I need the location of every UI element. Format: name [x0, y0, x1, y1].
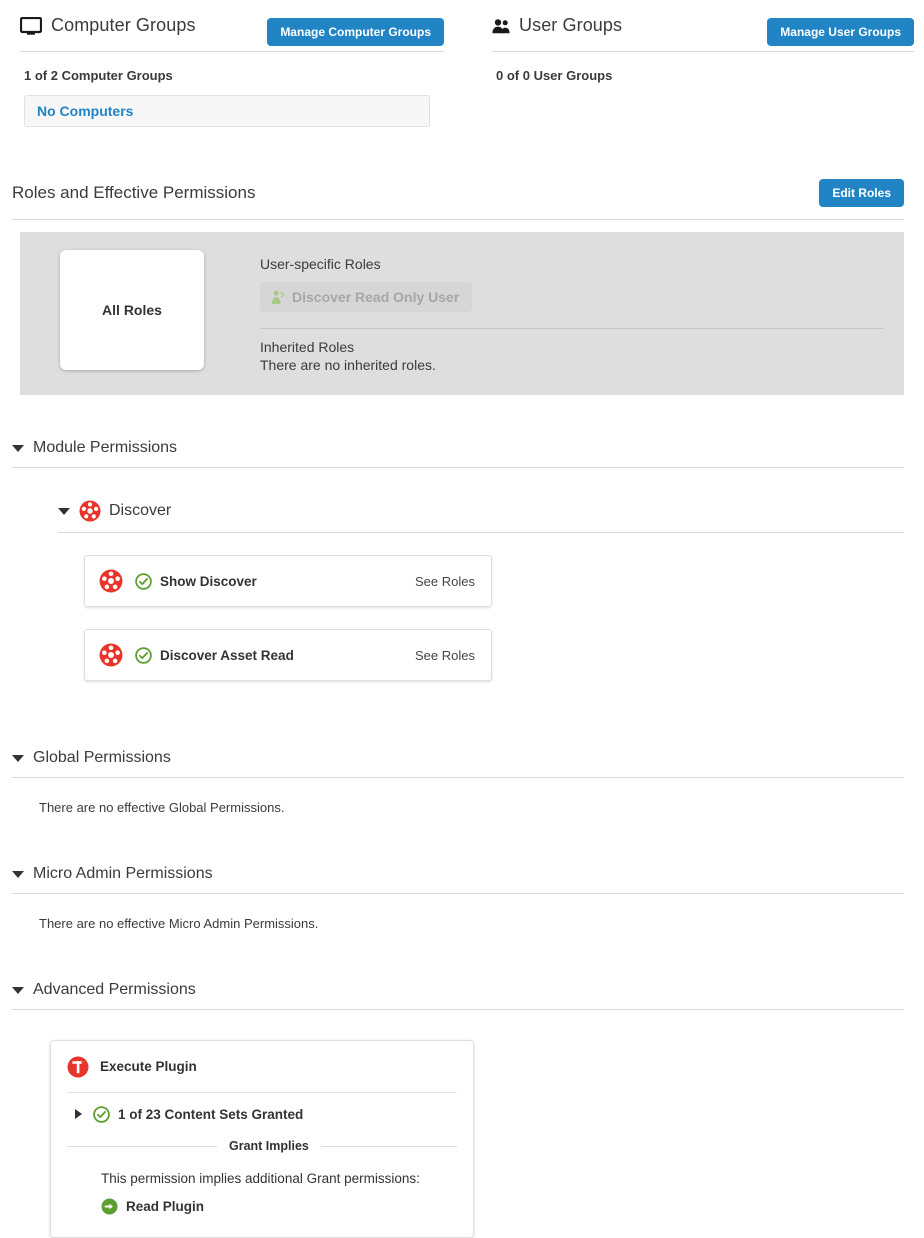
users-icon [492, 18, 510, 34]
user-specific-role-chip[interactable]: Discover Read Only User [260, 282, 473, 312]
groups-row: Computer Groups Manage Computer Groups 1… [0, 0, 924, 127]
permission-label: Discover Asset Read [160, 647, 294, 663]
check-circle-icon [93, 1105, 110, 1123]
computer-groups-panel: Computer Groups Manage Computer Groups 1… [0, 0, 462, 127]
execute-plugin-label: Execute Plugin [100, 1059, 197, 1074]
permission-card[interactable]: Discover Asset Read See Roles [84, 629, 492, 681]
page-title: Roles and Effective Permissions [12, 183, 256, 202]
discover-icon [79, 500, 101, 522]
user-groups-title: User Groups [519, 15, 623, 35]
implied-permission-item[interactable]: Read Plugin [67, 1186, 457, 1215]
permission-label: Show Discover [160, 573, 257, 589]
global-permissions-empty: There are no effective Global Permission… [39, 800, 285, 815]
user-specific-roles-label: User-specific Roles [260, 256, 381, 272]
inherited-roles-empty: There are no inherited roles. [260, 357, 436, 373]
check-circle-icon [135, 572, 152, 590]
edit-roles-button[interactable]: Edit Roles [819, 179, 904, 207]
tanium-logo-icon [67, 1056, 89, 1078]
module-discover-label: Discover [109, 502, 172, 519]
chevron-down-icon[interactable] [12, 444, 24, 452]
implied-permission-label: Read Plugin [126, 1199, 205, 1214]
module-discover: Discover Show Discover See Roles Discove… [58, 500, 904, 681]
advanced-permissions-section: Advanced Permissions Execute Plugin 1 of… [0, 981, 924, 1238]
permission-card[interactable]: Show Discover See Roles [84, 555, 492, 607]
user-groups-header: User Groups Manage User Groups [492, 0, 914, 52]
module-permissions-section: Module Permissions Discover Show Discove… [0, 439, 924, 681]
computer-group-item[interactable]: No Computers [24, 95, 430, 127]
check-circle-icon [135, 646, 152, 664]
divider-line-right [320, 1145, 457, 1147]
computer-groups-count: 1 of 2 Computer Groups [24, 68, 173, 83]
advanced-permission-card: Execute Plugin 1 of 23 Content Sets Gran… [50, 1040, 474, 1238]
grant-implies-divider: Grant Implies [67, 1139, 457, 1153]
global-permissions-label: Global Permissions [33, 749, 171, 766]
chevron-down-icon[interactable] [12, 754, 24, 762]
see-roles-link[interactable]: See Roles [415, 648, 475, 663]
computer-groups-title: Computer Groups [51, 15, 196, 35]
monitor-icon [20, 16, 42, 35]
manage-user-groups-button[interactable]: Manage User Groups [767, 18, 914, 46]
computer-groups-header: Computer Groups Manage Computer Groups [20, 0, 444, 52]
execute-plugin-row: Execute Plugin [67, 1041, 457, 1093]
global-permissions-section: Global Permissions There are no effectiv… [0, 749, 924, 815]
roles-section-header: Roles and Effective Permissions Edit Rol… [12, 179, 904, 220]
chevron-down-icon[interactable] [58, 507, 70, 515]
inherited-roles-label: Inherited Roles [260, 339, 355, 355]
user-groups-panel: User Groups Manage User Groups 0 of 0 Us… [462, 0, 924, 127]
micro-admin-permissions-section: Micro Admin Permissions There are no eff… [0, 865, 924, 931]
roles-detail: User-specific Roles Discover Read Only U… [260, 250, 884, 373]
micro-admin-permissions-empty: There are no effective Micro Admin Permi… [39, 916, 319, 931]
roles-and-effective-permissions-section: Roles and Effective Permissions Edit Rol… [0, 179, 924, 395]
all-roles-card[interactable]: All Roles [60, 250, 204, 370]
user-groups-count: 0 of 0 User Groups [496, 68, 613, 83]
micro-admin-permissions-header[interactable]: Micro Admin Permissions [12, 865, 904, 894]
module-permissions-label: Module Permissions [33, 439, 178, 456]
global-permissions-header[interactable]: Global Permissions [12, 749, 904, 778]
implies-note: This permission implies additional Grant… [101, 1171, 420, 1186]
module-discover-header[interactable]: Discover [58, 500, 904, 533]
roles-panel: All Roles User-specific Roles Discover R… [20, 232, 904, 395]
chevron-right-icon[interactable] [75, 1109, 82, 1119]
chevron-down-icon[interactable] [12, 986, 24, 994]
arrow-right-circle-icon [101, 1198, 118, 1215]
module-permissions-header[interactable]: Module Permissions [12, 439, 904, 468]
advanced-permissions-header[interactable]: Advanced Permissions [12, 981, 904, 1010]
see-roles-link[interactable]: See Roles [415, 574, 475, 589]
discover-icon [99, 643, 123, 667]
user-specific-role-label: Discover Read Only User [292, 289, 460, 305]
content-sets-label: 1 of 23 Content Sets Granted [118, 1106, 304, 1122]
all-roles-label: All Roles [102, 302, 162, 318]
manage-computer-groups-button[interactable]: Manage Computer Groups [267, 18, 444, 46]
advanced-permissions-label: Advanced Permissions [33, 981, 196, 998]
grant-implies-label: Grant Implies [229, 1139, 309, 1153]
discover-icon [99, 569, 123, 593]
content-sets-row[interactable]: 1 of 23 Content Sets Granted [67, 1093, 457, 1135]
divider-line-left [67, 1145, 217, 1147]
computer-group-item-label: No Computers [37, 103, 134, 119]
chevron-down-icon[interactable] [12, 870, 24, 878]
roles-divider [260, 328, 884, 329]
micro-admin-permissions-label: Micro Admin Permissions [33, 865, 213, 882]
user-role-icon [270, 290, 285, 305]
